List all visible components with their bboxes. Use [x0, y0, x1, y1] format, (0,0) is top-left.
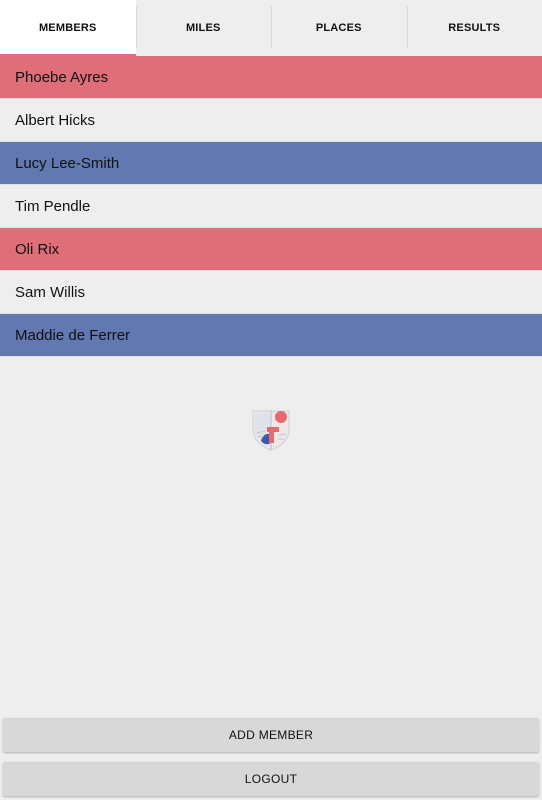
member-row[interactable]: Phoebe Ayres [0, 56, 542, 99]
member-row[interactable]: Maddie de Ferrer [0, 314, 542, 357]
tab-miles[interactable]: MILES [135, 0, 272, 56]
logout-button[interactable]: LOGOUT [3, 762, 539, 796]
member-row[interactable]: Lucy Lee-Smith [0, 142, 542, 185]
member-row[interactable]: Tim Pendle [0, 185, 542, 228]
member-row[interactable]: Albert Hicks [0, 99, 542, 142]
club-crest-icon [249, 405, 293, 451]
members-list: Phoebe Ayres Albert Hicks Lucy Lee-Smith… [0, 56, 542, 357]
tab-results[interactable]: RESULTS [406, 0, 542, 56]
tab-members[interactable]: MEMBERS [0, 0, 136, 56]
member-row[interactable]: Oli Rix [0, 228, 542, 271]
app-screen: MEMBERS MILES PLACES RESULTS Phoebe Ayre… [0, 0, 542, 800]
add-member-button[interactable]: ADD MEMBER [3, 718, 539, 752]
tab-bar: MEMBERS MILES PLACES RESULTS [0, 0, 542, 56]
tab-places[interactable]: PLACES [271, 0, 407, 56]
member-row[interactable]: Sam Willis [0, 271, 542, 314]
